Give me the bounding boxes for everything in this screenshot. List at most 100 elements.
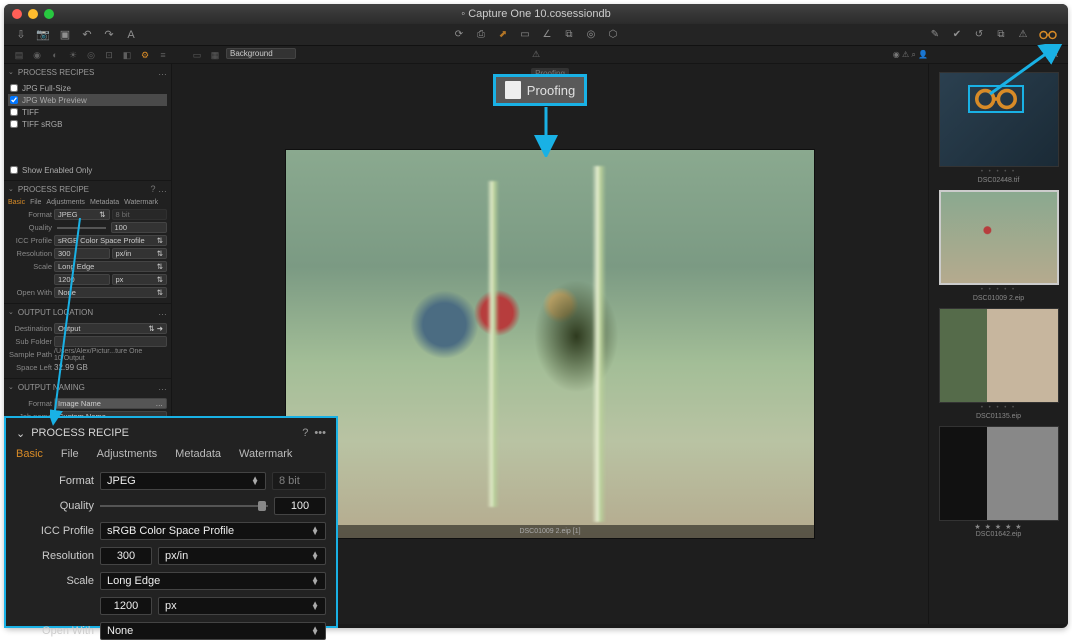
background-select[interactable]: Background xyxy=(226,48,296,59)
tab-basic[interactable]: Basic xyxy=(16,448,43,460)
tab-basic[interactable]: Basic xyxy=(8,199,25,206)
rotate-icon[interactable]: ⟳ xyxy=(452,28,466,42)
recipe-item[interactable]: TIFF xyxy=(8,106,167,118)
dest-label: Destination xyxy=(8,324,52,333)
print-icon[interactable]: ⎙ xyxy=(474,28,488,42)
scale-unit[interactable]: px⇅ xyxy=(112,274,168,285)
res-label: Resolution xyxy=(8,249,52,258)
tab-exposure-icon[interactable]: ☀ xyxy=(66,48,80,62)
show-enabled-label: Show Enabled Only xyxy=(22,166,92,175)
quality-slider[interactable] xyxy=(100,497,268,515)
camera-icon[interactable]: 📷 xyxy=(36,28,50,42)
open-label: Open With xyxy=(8,288,52,297)
process-recipes-header[interactable]: ⌄ PROCESS RECIPES … xyxy=(4,64,171,80)
zoom-window-icon[interactable] xyxy=(44,9,54,19)
crop-tool-icon[interactable]: ▭ xyxy=(518,28,532,42)
tab-library-icon[interactable]: ▤ xyxy=(12,48,26,62)
undo-icon[interactable]: ↶ xyxy=(80,28,94,42)
rating-stars[interactable]: ★ ★ ★ ★ ★ xyxy=(935,523,1062,531)
space-label: Space Left xyxy=(8,363,52,372)
format-label: Format xyxy=(16,475,94,487)
browser: • • • • • DSC02448.tif • • • • • DSC0100… xyxy=(928,64,1068,624)
scale-value[interactable]: 1200 xyxy=(100,597,152,615)
minimize-window-icon[interactable] xyxy=(28,9,38,19)
naming-format-label: Format xyxy=(8,399,52,408)
tab-file[interactable]: File xyxy=(30,199,41,206)
process-recipe-header[interactable]: ⌄ PROCESS RECIPE ? … xyxy=(4,181,171,197)
warning-icon[interactable]: ⚠ xyxy=(1016,28,1030,42)
viewer-image[interactable]: /2.8 35 mm DSC01009 2.eip [1] xyxy=(285,149,815,539)
copy-icon[interactable]: ⧉ xyxy=(994,28,1008,42)
window-title: ◦ Capture One 10.cosessiondb xyxy=(4,8,1068,20)
thumbnail[interactable] xyxy=(939,308,1059,403)
recipe-check[interactable] xyxy=(10,96,18,104)
keystone-icon[interactable]: ⧉ xyxy=(562,28,576,42)
process-recipes-title: PROCESS RECIPES xyxy=(18,68,94,77)
arrow-connector-icon xyxy=(50,218,90,428)
redo-icon[interactable]: ↷ xyxy=(102,28,116,42)
tab-watermark[interactable]: Watermark xyxy=(124,199,158,206)
tab-color-icon[interactable]: ◐ xyxy=(48,48,62,62)
reset-icon[interactable]: ↺ xyxy=(972,28,986,42)
quality-label: Quality xyxy=(8,223,52,232)
open-select[interactable]: None▲▼ xyxy=(100,622,326,640)
tool-tab-bar: ▤ ◉ ◐ ☀ ◎ ⊡ ◧ ⚙ ≡ ▭ ▦ Background ⚠ Fit ◉… xyxy=(4,46,1068,64)
icc-select[interactable]: sRGB Color Space Profile▲▼ xyxy=(100,522,326,540)
close-window-icon[interactable] xyxy=(12,9,22,19)
recipe-item[interactable]: TIFF sRGB xyxy=(8,118,167,130)
res-unit[interactable]: px/in⇅ xyxy=(112,248,168,259)
tab-adjustments[interactable]: Adjustments xyxy=(97,448,158,460)
thumb-label: DSC01009 2.eip xyxy=(935,295,1062,302)
res-unit[interactable]: px/in▲▼ xyxy=(158,547,326,565)
panel-menu-icon[interactable]: ? ••• xyxy=(302,427,326,439)
tab-metadata[interactable]: Metadata xyxy=(175,448,221,460)
quality-value[interactable]: 100 xyxy=(111,222,168,233)
import-icon[interactable]: ⇩ xyxy=(14,28,28,42)
tab-capture-icon[interactable]: ◉ xyxy=(30,48,44,62)
tab-output-icon[interactable]: ⚙ xyxy=(138,48,152,62)
open-label: Open With xyxy=(16,625,94,637)
catalog-icon[interactable]: ▣ xyxy=(58,28,72,42)
recipe-item[interactable]: JPG Full-Size xyxy=(8,82,167,94)
thumbnail[interactable] xyxy=(939,426,1059,521)
panel-menu-icon[interactable]: ? … xyxy=(150,184,167,194)
tab-adjustments[interactable]: Adjustments xyxy=(46,199,85,206)
format-label: Format xyxy=(8,210,52,219)
scale-select[interactable]: Long Edge▲▼ xyxy=(100,572,326,590)
res-value[interactable]: 300 xyxy=(100,547,152,565)
warning-center-icon[interactable]: ⚠ xyxy=(529,48,543,62)
spot-icon[interactable]: ◎ xyxy=(584,28,598,42)
tab-local-icon[interactable]: ◧ xyxy=(120,48,134,62)
recipe-check[interactable] xyxy=(10,120,18,128)
tab-watermark[interactable]: Watermark xyxy=(239,448,292,460)
tab-batch-icon[interactable]: ≡ xyxy=(156,48,170,62)
tab-file[interactable]: File xyxy=(61,448,79,460)
quality-value[interactable]: 100 xyxy=(274,497,326,515)
callout-label: Proofing xyxy=(527,83,575,98)
view-single-icon[interactable]: ▭ xyxy=(190,48,204,62)
edit-icon[interactable]: ✎ xyxy=(928,28,942,42)
view-multi-icon[interactable]: ▦ xyxy=(208,48,222,62)
sample-path-label: Sample Path xyxy=(8,350,52,359)
recipe-check[interactable] xyxy=(10,84,18,92)
show-enabled-only[interactable]: Show Enabled Only xyxy=(8,164,167,176)
auto-icon[interactable]: A xyxy=(124,28,138,42)
straighten-icon[interactable]: ∠ xyxy=(540,28,554,42)
scale-unit[interactable]: px▲▼ xyxy=(158,597,326,615)
cursor-tool-icon[interactable]: ⬈ xyxy=(496,28,510,42)
show-enabled-check[interactable] xyxy=(10,166,18,174)
tab-lens-icon[interactable]: ◎ xyxy=(84,48,98,62)
recipe-check[interactable] xyxy=(10,108,18,116)
recipe-label: JPG Web Preview xyxy=(22,96,87,105)
format-select[interactable]: JPEG▲▼ xyxy=(100,472,266,490)
tab-metadata[interactable]: Metadata xyxy=(90,199,119,206)
pick-icon[interactable]: ✔ xyxy=(950,28,964,42)
panel-menu-icon[interactable]: … xyxy=(158,67,167,77)
mask-icon[interactable]: ⬡ xyxy=(606,28,620,42)
proofing-toggle-icon[interactable] xyxy=(1038,29,1058,41)
thumbnail[interactable] xyxy=(939,190,1059,285)
caret-down-icon[interactable]: ⌄ xyxy=(16,427,25,440)
tab-details-icon[interactable]: ⊡ xyxy=(102,48,116,62)
recipe-item[interactable]: JPG Web Preview xyxy=(8,94,167,106)
sub-label: Sub Folder xyxy=(8,337,52,346)
